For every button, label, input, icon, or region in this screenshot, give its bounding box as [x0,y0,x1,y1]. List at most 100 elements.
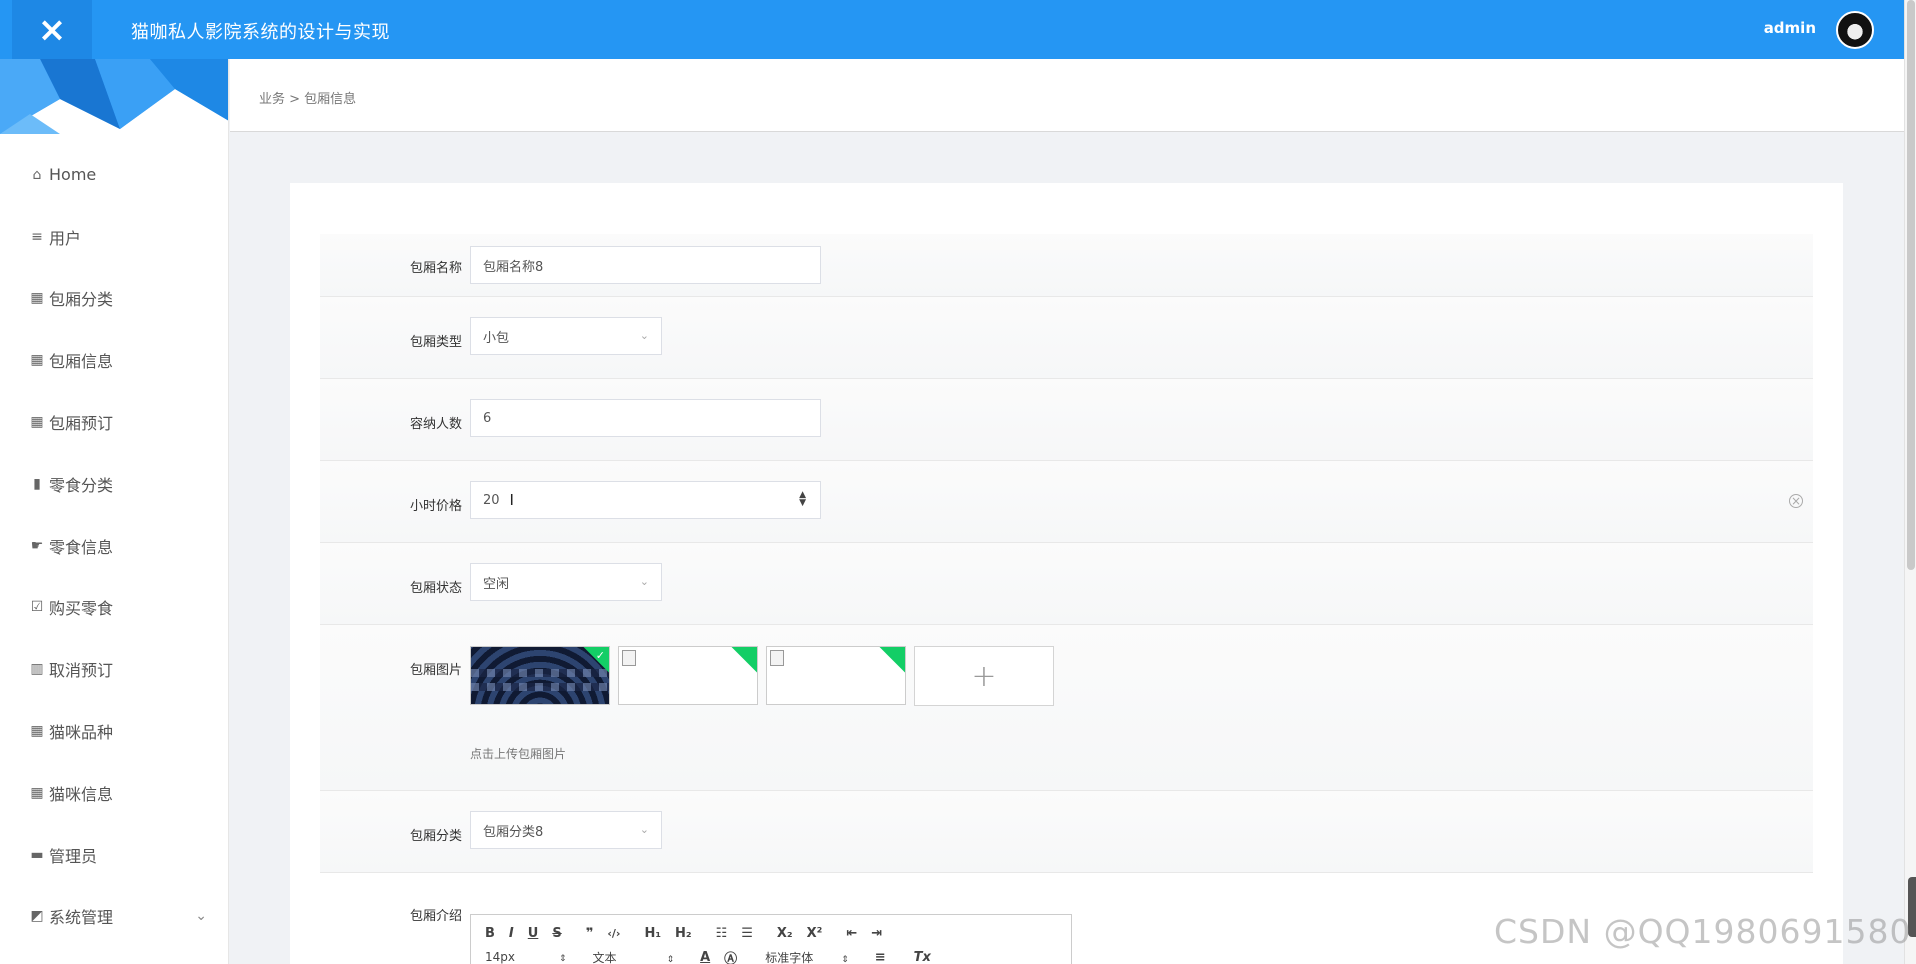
align-button[interactable]: ≡ [875,950,886,964]
clipboard-icon: ☑ [30,599,44,616]
sidebar-item-label: 管理员 [49,846,98,866]
hand-icon: ☛ [30,537,44,554]
form-row-category: 包厢分类 包厢分类8 ⌄ [320,791,1813,873]
font-color-button[interactable]: A [700,950,710,964]
italic-button[interactable]: I [509,926,514,941]
breadcrumb: 业务 > 包厢信息 [259,92,357,107]
watermark: CSDN @QQ1980691580 [1494,912,1912,951]
avatar[interactable] [1836,11,1874,49]
status-label: 包厢状态 [409,581,462,596]
sidebar-item-users[interactable]: ≡ 用户 [0,206,228,268]
strike-button[interactable]: S [552,926,561,941]
bullet-list-button[interactable]: ☰ [741,926,753,941]
subscript-button[interactable]: X₂ [777,926,793,941]
sidebar-item-label: 包厢信息 [49,352,114,372]
grid-icon: ▦ [30,414,44,431]
chevron-down-icon: ⌄ [195,907,207,924]
grid-icon: ▦ [30,784,44,801]
monitor-icon: ▬ [30,846,44,863]
sidebar-item-label: 零食分类 [49,475,114,495]
add-image-button[interactable]: + [914,646,1054,706]
uploaded-image-3[interactable] [766,646,906,705]
sidebar-item-label: 猫咪信息 [49,784,114,804]
sidebar-item-system[interactable]: ◩ 系统管理 ⌄ [0,886,228,948]
breadcrumb-bar: 业务 > 包厢信息 [230,59,1904,132]
home-icon: ⌂ [32,166,42,183]
sidebar-item-cat-info[interactable]: ▦ 猫咪信息 [0,762,228,824]
sidebar-item-cancel-booking[interactable]: ▥ 取消预订 [0,638,228,700]
images-label: 包厢图片 [409,663,462,678]
sidebar-item-home[interactable]: ⌂ Home [0,144,228,206]
sidebar-item-snack-info[interactable]: ☛ 零食信息 [0,515,228,577]
code-button[interactable]: ‹/› [607,927,620,940]
form-row-images: 包厢图片 ✓ + 点击上传包厢图片 [320,625,1813,791]
broken-image-icon [770,650,784,666]
hourly-price-input[interactable]: 20 I ▲ ▼ [470,481,821,519]
updown-icon: ⇕ [666,954,675,964]
sidebar-item-snack-category[interactable]: ▮ 零食分类 [0,453,228,515]
editor-toolbar-row-2: 14px ⇕ 文本 ⇕ A Ⓐ 标准字体 ⇕ ≡ Tx [485,947,945,964]
sidebar-item-room-info[interactable]: ▦ 包厢信息 [0,329,228,391]
sidebar-item-label: 购买零食 [49,599,114,619]
scrollbar-thumb[interactable] [1907,0,1915,570]
quote-button[interactable]: ❞ [586,926,594,941]
format-select[interactable]: 文本 ⇕ [593,949,675,964]
underline-button[interactable]: U [528,926,539,941]
hourly-price-value: 20 [483,492,500,508]
plus-icon: + [971,658,997,694]
sidebar-nav: ⌂ Home ≡ 用户 ▦ 包厢分类 ▦ 包厢信息 ▦ 包厢预订 ▮ 零食分类 ☛ 零食信息 … [0,144,228,948]
sidebar-item-label: 取消预订 [49,661,114,681]
grid-icon: ▦ [30,290,44,307]
sidebar-item-label: 包厢分类 [49,290,114,310]
updown-icon: ⇕ [841,954,849,964]
top-bar: × 猫咖私人影院系统的设计与实现 admin [0,0,1904,59]
sidebar-item-room-booking[interactable]: ▦ 包厢预订 [0,391,228,453]
sidebar-item-label: 系统管理 [49,908,114,928]
check-icon: ✓ [595,649,605,662]
h2-button[interactable]: H₂ [675,926,692,941]
uploaded-image-1[interactable]: ✓ [470,646,610,705]
clear-format-button[interactable]: Tx [914,950,931,964]
chevron-down-icon: ⌄ [639,823,649,836]
sidebar-item-cat-breed[interactable]: ▦ 猫咪品种 [0,700,228,762]
form-card: 包厢名称 包厢名称8 包厢类型 小包 ⌄ 容纳人数 6 小时价格 20 I ▲ ▼ × … [290,183,1843,964]
capacity-value: 6 [483,410,492,426]
type-select[interactable]: 小包 ⌄ [470,317,662,355]
font-size-select[interactable]: 14px ⇕ [485,950,567,964]
clear-icon[interactable]: × [1789,494,1803,508]
menu-toggle-button[interactable]: × [12,0,92,59]
superscript-button[interactable]: X² [807,926,823,941]
bold-button[interactable]: B [485,926,495,941]
status-select[interactable]: 空闲 ⌄ [470,563,662,601]
bar-chart-icon: ▥ [30,661,44,678]
sidebar-item-admin[interactable]: ▬ 管理员 [0,824,228,886]
capacity-label: 容纳人数 [409,417,462,432]
number-spinner-icon[interactable]: ▲ ▼ [799,491,806,508]
capacity-input[interactable]: 6 [470,399,821,437]
sidebar-item-buy-snack[interactable]: ☑ 购买零食 [0,577,228,639]
h1-button[interactable]: H₁ [644,926,661,941]
uploaded-image-2[interactable] [618,646,758,705]
sidebar-banner-graphic [0,59,228,134]
indent-button[interactable]: ⇥ [871,926,882,941]
outdent-button[interactable]: ⇤ [846,926,857,941]
rich-text-editor[interactable]: B I U S ❞ ‹/› H₁ H₂ ☷ ☰ X₂ X² ⇤ ⇥ 14px ⇕ … [470,914,1072,964]
sidebar-item-room-category[interactable]: ▦ 包厢分类 [0,268,228,330]
app-title: 猫咖私人影院系统的设计与实现 [131,22,390,43]
sidebar-item-label: 包厢预订 [49,414,114,434]
page-scrollbar[interactable] [1904,0,1916,964]
status-value: 空闲 [483,576,510,592]
sidebar-item-label: 零食信息 [49,537,114,557]
font-family-select[interactable]: 标准字体 ⇕ [765,949,849,964]
chevron-down-icon: ⌄ [639,575,649,588]
category-select[interactable]: 包厢分类8 ⌄ [470,811,662,849]
ordered-list-button[interactable]: ☷ [716,926,728,941]
form-row-capacity: 容纳人数 6 [320,379,1813,461]
form-row-name: 包厢名称 包厢名称8 [320,234,1813,297]
intro-label: 包厢介绍 [409,909,462,924]
user-name[interactable]: admin [1764,19,1816,37]
background-color-button[interactable]: Ⓐ [724,948,737,964]
name-input[interactable]: 包厢名称8 [470,246,821,284]
form-row-hourly-price: 小时价格 20 I ▲ ▼ × [320,461,1813,543]
book-icon: ▮ [33,475,41,492]
